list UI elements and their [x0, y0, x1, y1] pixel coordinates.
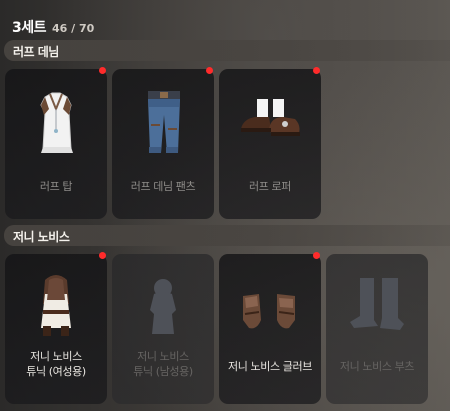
- tunic-male-silhouette-icon: [112, 254, 214, 349]
- item-name-line2: 튜닉 (남성용): [133, 365, 193, 378]
- item-name-line2: 튜닉 (여성용): [26, 365, 86, 378]
- item-name: 저니 노비스 글러브: [228, 360, 312, 373]
- item-card-boots[interactable]: 저니 노비스 부츠: [326, 254, 428, 404]
- item-card-rough-top[interactable]: 러프 탑: [5, 67, 107, 219]
- set-header: 3세트 46 / 70: [12, 17, 94, 37]
- item-name: 러프 로퍼: [249, 180, 291, 193]
- item-name: 저니 노비스 튜닉 (남성용): [112, 349, 214, 379]
- rough-denim-pants-icon: [112, 69, 214, 164]
- set-title: 3세트: [12, 20, 47, 36]
- gloves-icon: [219, 254, 321, 349]
- item-card-gloves[interactable]: 저니 노비스 글러브: [219, 252, 321, 404]
- item-card-rough-denim-pants[interactable]: 러프 데님 팬츠: [112, 67, 214, 219]
- item-name: 러프 탑: [39, 180, 73, 193]
- group-header-rough-denim: 러프 데님: [4, 40, 450, 61]
- item-card-rough-loafer[interactable]: 러프 로퍼: [219, 67, 321, 219]
- item-name-line1: 저니 노비스: [30, 350, 82, 363]
- group-label: 저니 노비스: [13, 230, 70, 244]
- item-name: 저니 노비스 튜닉 (여성용): [5, 349, 107, 379]
- item-card-tunic-female[interactable]: 저니 노비스 튜닉 (여성용): [5, 252, 107, 404]
- collection-count: 46 / 70: [52, 22, 95, 35]
- rough-top-icon: [5, 69, 107, 164]
- item-card-tunic-male[interactable]: 저니 노비스 튜닉 (남성용): [112, 254, 214, 404]
- boots-silhouette-icon: [326, 254, 428, 349]
- tunic-female-icon: [5, 254, 107, 349]
- item-name: 러프 데님 팬츠: [130, 180, 196, 193]
- rough-loafer-icon: [219, 69, 321, 164]
- item-name: 저니 노비스 부츠: [339, 360, 415, 373]
- group-label: 러프 데님: [13, 45, 59, 59]
- group-header-journey-novice: 저니 노비스: [4, 225, 450, 246]
- item-name-line1: 저니 노비스: [137, 350, 189, 363]
